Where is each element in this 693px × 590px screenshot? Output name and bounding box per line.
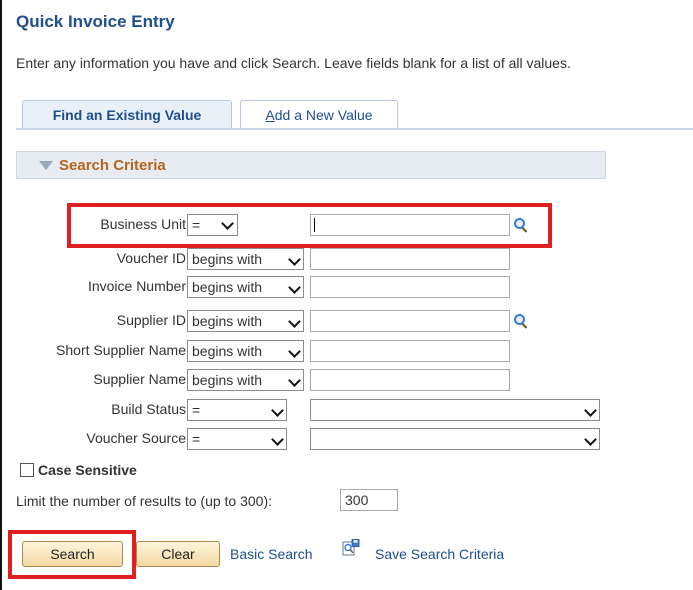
- chevron-down-icon: [288, 315, 301, 328]
- limit-results-input[interactable]: 300: [340, 489, 398, 511]
- tab-find-existing-value[interactable]: Find an Existing Value: [22, 100, 232, 130]
- voucher-id-operator-select[interactable]: begins with: [187, 248, 304, 270]
- chevron-down-icon: [288, 374, 301, 387]
- build-status-operator-select[interactable]: =: [187, 399, 287, 421]
- invoice-number-operator-select[interactable]: begins with: [187, 276, 304, 298]
- supplier-name-operator-select[interactable]: begins with: [187, 369, 304, 391]
- voucher-id-input[interactable]: [310, 248, 510, 270]
- supplier-id-input[interactable]: [310, 310, 510, 332]
- business-unit-input[interactable]: [310, 214, 510, 236]
- tab-add-new-value[interactable]: Add a New Value: [240, 100, 398, 128]
- supplier-name-operator-value: begins with: [192, 372, 263, 388]
- voucher-source-value-select[interactable]: [310, 428, 600, 450]
- business-unit-operator-select[interactable]: =: [187, 214, 238, 236]
- collapse-triangle-icon[interactable]: [39, 161, 53, 170]
- chevron-down-icon: [584, 433, 597, 446]
- text-cursor: [314, 218, 315, 232]
- supplier-id-label: Supplier ID: [116, 312, 186, 328]
- supplier-id-lookup-icon[interactable]: [514, 314, 528, 329]
- invoice-number-input[interactable]: [310, 276, 510, 298]
- business-unit-lookup-icon[interactable]: [514, 218, 528, 233]
- basic-search-link[interactable]: Basic Search: [230, 546, 312, 562]
- case-sensitive-checkbox[interactable]: [20, 463, 34, 477]
- voucher-id-label: Voucher ID: [116, 250, 186, 266]
- chevron-down-icon: [271, 404, 284, 417]
- search-button[interactable]: Search: [22, 541, 123, 567]
- supplier-id-operator-value: begins with: [192, 313, 263, 329]
- chevron-down-icon: [288, 281, 301, 294]
- short-supplier-name-operator-select[interactable]: begins with: [187, 340, 304, 362]
- chevron-down-icon: [288, 253, 301, 266]
- tab-add-accesskey: A: [265, 107, 275, 123]
- short-supplier-name-label: Short Supplier Name: [56, 342, 186, 358]
- search-criteria-header[interactable]: Search Criteria: [16, 151, 606, 179]
- instructions-text: Enter any information you have and click…: [16, 55, 571, 71]
- build-status-label: Build Status: [111, 401, 186, 417]
- case-sensitive-label: Case Sensitive: [38, 462, 137, 478]
- limit-results-label: Limit the number of results to (up to 30…: [16, 493, 273, 509]
- voucher-source-operator-value: =: [192, 431, 201, 447]
- business-unit-operator-value: =: [192, 217, 201, 233]
- invoice-number-operator-value: begins with: [192, 279, 263, 295]
- search-criteria-title: Search Criteria: [59, 157, 166, 174]
- frame-border: [0, 0, 2, 590]
- business-unit-label: Business Unit: [100, 216, 186, 232]
- short-supplier-name-operator-value: begins with: [192, 343, 263, 359]
- voucher-id-operator-value: begins with: [192, 251, 263, 267]
- page-title: Quick Invoice Entry: [16, 12, 175, 31]
- short-supplier-name-input[interactable]: [310, 340, 510, 362]
- build-status-value-select[interactable]: [310, 399, 600, 421]
- save-search-criteria-link[interactable]: Save Search Criteria: [375, 546, 504, 562]
- chevron-down-icon: [584, 404, 597, 417]
- build-status-operator-value: =: [192, 402, 201, 418]
- chevron-down-icon: [288, 345, 301, 358]
- chevron-down-icon: [271, 433, 284, 446]
- supplier-name-label: Supplier Name: [93, 371, 186, 387]
- chevron-down-icon: [221, 217, 234, 230]
- supplier-id-operator-select[interactable]: begins with: [187, 310, 304, 332]
- save-search-icon[interactable]: [342, 539, 360, 557]
- tab-add-label: dd a New Value: [274, 107, 373, 123]
- supplier-name-input[interactable]: [310, 369, 510, 391]
- tab-divider: [16, 128, 693, 130]
- invoice-number-label: Invoice Number: [87, 278, 186, 294]
- voucher-source-label: Voucher Source: [86, 430, 186, 446]
- voucher-source-operator-select[interactable]: =: [187, 428, 287, 450]
- clear-button[interactable]: Clear: [136, 541, 220, 567]
